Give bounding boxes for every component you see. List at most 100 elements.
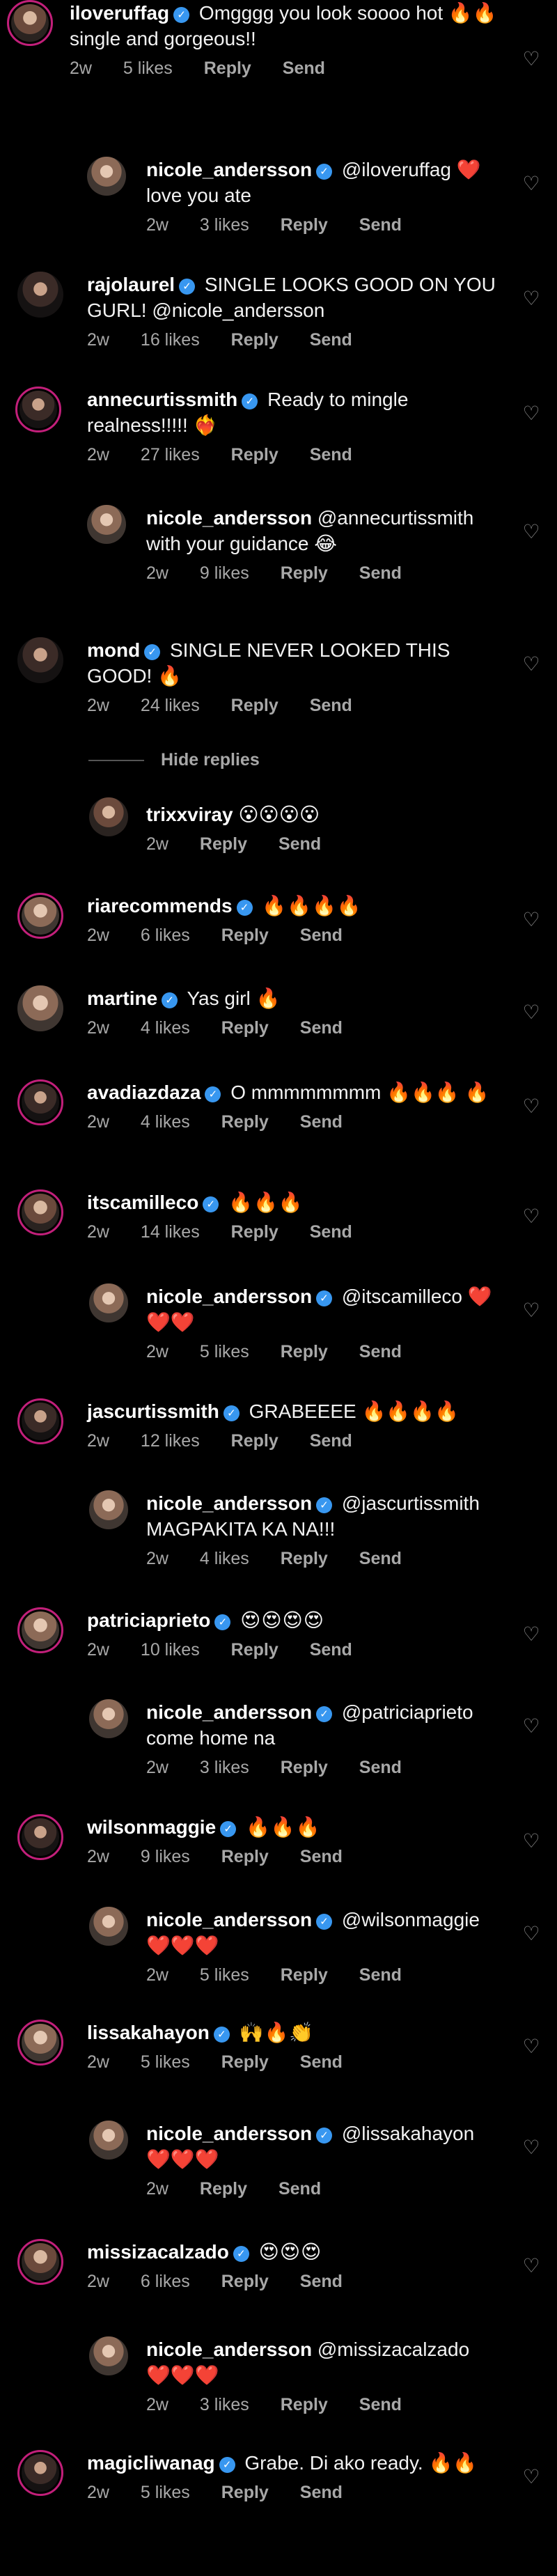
comment-likes[interactable]: 12 likes	[141, 1431, 200, 1451]
comment-likes[interactable]: 5 likes	[141, 2052, 190, 2072]
avatar[interactable]	[89, 2336, 128, 2375]
avatar[interactable]	[17, 893, 63, 939]
reply-button[interactable]: Reply	[221, 1018, 269, 1038]
comment-username[interactable]: rajolaurel	[87, 274, 175, 295]
reply-button[interactable]: Reply	[221, 2272, 269, 2291]
comment-likes[interactable]: 9 likes	[200, 563, 249, 583]
reply-button[interactable]: Reply	[221, 2052, 269, 2072]
send-button[interactable]: Send	[300, 2052, 343, 2072]
reply-button[interactable]: Reply	[231, 1640, 278, 1660]
comment-username[interactable]: wilsonmaggie	[87, 1816, 216, 1838]
like-heart-icon[interactable]: ♡	[522, 655, 540, 674]
comment-likes[interactable]: 4 likes	[141, 1112, 190, 1132]
like-heart-icon[interactable]: ♡	[522, 2256, 540, 2276]
comment-username[interactable]: nicole_andersson	[146, 1492, 312, 1514]
comment-username[interactable]: riarecommends	[87, 895, 233, 916]
comment-likes[interactable]: 6 likes	[141, 926, 190, 945]
avatar[interactable]	[17, 2020, 63, 2066]
reply-button[interactable]: Reply	[281, 1342, 328, 1361]
reply-button[interactable]: Reply	[200, 834, 247, 854]
send-button[interactable]: Send	[300, 1847, 343, 1866]
comment-likes[interactable]: 5 likes	[123, 58, 173, 78]
comment-likes[interactable]: 16 likes	[141, 330, 200, 350]
comment-likes[interactable]: 3 likes	[200, 215, 249, 235]
like-heart-icon[interactable]: ♡	[522, 289, 540, 309]
comment-username[interactable]: nicole_andersson	[146, 2123, 312, 2144]
avatar[interactable]	[17, 2450, 63, 2496]
avatar[interactable]	[89, 2121, 128, 2160]
send-button[interactable]: Send	[300, 926, 343, 945]
like-heart-icon[interactable]: ♡	[522, 404, 540, 423]
comment-likes[interactable]: 14 likes	[141, 1222, 200, 1242]
like-heart-icon[interactable]: ♡	[522, 1717, 540, 1736]
avatar[interactable]	[89, 1699, 128, 1738]
send-button[interactable]: Send	[359, 1965, 402, 1985]
reply-button[interactable]: Reply	[231, 1431, 278, 1451]
avatar[interactable]	[17, 2239, 63, 2285]
avatar[interactable]	[17, 1398, 63, 1444]
comment-likes[interactable]: 6 likes	[141, 2272, 190, 2291]
like-heart-icon[interactable]: ♡	[522, 2467, 540, 2487]
send-button[interactable]: Send	[278, 834, 321, 854]
like-heart-icon[interactable]: ♡	[522, 910, 540, 930]
send-button[interactable]: Send	[300, 2272, 343, 2291]
send-button[interactable]: Send	[310, 445, 352, 465]
send-button[interactable]: Send	[359, 1342, 402, 1361]
avatar[interactable]	[89, 797, 128, 836]
reply-button[interactable]: Reply	[281, 215, 328, 235]
like-heart-icon[interactable]: ♡	[522, 49, 540, 69]
send-button[interactable]: Send	[310, 330, 352, 350]
avatar[interactable]	[87, 157, 126, 196]
send-button[interactable]: Send	[310, 1222, 352, 1242]
avatar[interactable]	[17, 1814, 63, 1860]
like-heart-icon[interactable]: ♡	[522, 1301, 540, 1320]
comment-likes[interactable]: 5 likes	[200, 1342, 249, 1361]
avatar[interactable]	[17, 1607, 63, 1653]
comment-likes[interactable]: 4 likes	[141, 1018, 190, 1038]
like-heart-icon[interactable]: ♡	[522, 522, 540, 542]
comment-username[interactable]: magicliwanag	[87, 2452, 215, 2474]
like-heart-icon[interactable]: ♡	[522, 2037, 540, 2056]
send-button[interactable]: Send	[300, 1018, 343, 1038]
reply-button[interactable]: Reply	[231, 1222, 278, 1242]
avatar[interactable]	[89, 1490, 128, 1529]
comment-username[interactable]: itscamilleco	[87, 1192, 198, 1213]
comment-likes[interactable]: 3 likes	[200, 2395, 249, 2414]
comment-username[interactable]: patriciaprieto	[87, 1609, 210, 1631]
comment-username[interactable]: annecurtissmith	[87, 389, 237, 410]
comment-likes[interactable]: 3 likes	[200, 1758, 249, 1777]
send-button[interactable]: Send	[300, 1112, 343, 1132]
reply-button[interactable]: Reply	[221, 926, 269, 945]
comment-username[interactable]: iloveruffag	[70, 2, 169, 24]
send-button[interactable]: Send	[310, 1431, 352, 1451]
send-button[interactable]: Send	[278, 2179, 321, 2199]
like-heart-icon[interactable]: ♡	[522, 1207, 540, 1226]
send-button[interactable]: Send	[283, 58, 325, 78]
avatar[interactable]	[17, 1079, 63, 1125]
reply-button[interactable]: Reply	[281, 1549, 328, 1568]
avatar[interactable]	[87, 505, 126, 544]
comment-username[interactable]: nicole_andersson	[146, 1286, 312, 1307]
comment-likes[interactable]: 24 likes	[141, 696, 200, 715]
comment-username[interactable]: mond	[87, 639, 140, 661]
comment-username[interactable]: nicole_andersson	[146, 1909, 312, 1930]
comment-likes[interactable]: 10 likes	[141, 1640, 200, 1660]
reply-button[interactable]: Reply	[231, 330, 278, 350]
avatar[interactable]	[89, 1283, 128, 1322]
comment-username[interactable]: nicole_andersson	[146, 159, 312, 180]
comment-likes[interactable]: 4 likes	[200, 1549, 249, 1568]
comment-username[interactable]: missizacalzado	[87, 2241, 229, 2263]
comment-username[interactable]: avadiazdaza	[87, 1082, 201, 1103]
like-heart-icon[interactable]: ♡	[522, 1924, 540, 1944]
send-button[interactable]: Send	[359, 2395, 402, 2414]
avatar[interactable]	[89, 1907, 128, 1946]
like-heart-icon[interactable]: ♡	[522, 174, 540, 194]
like-heart-icon[interactable]: ♡	[522, 1832, 540, 1851]
like-heart-icon[interactable]: ♡	[522, 2138, 540, 2157]
reply-button[interactable]: Reply	[281, 2395, 328, 2414]
reply-button[interactable]: Reply	[221, 1847, 269, 1866]
comment-username[interactable]: lissakahayon	[87, 2022, 210, 2043]
reply-button[interactable]: Reply	[200, 2179, 247, 2199]
send-button[interactable]: Send	[300, 2483, 343, 2502]
reply-button[interactable]: Reply	[231, 696, 278, 715]
